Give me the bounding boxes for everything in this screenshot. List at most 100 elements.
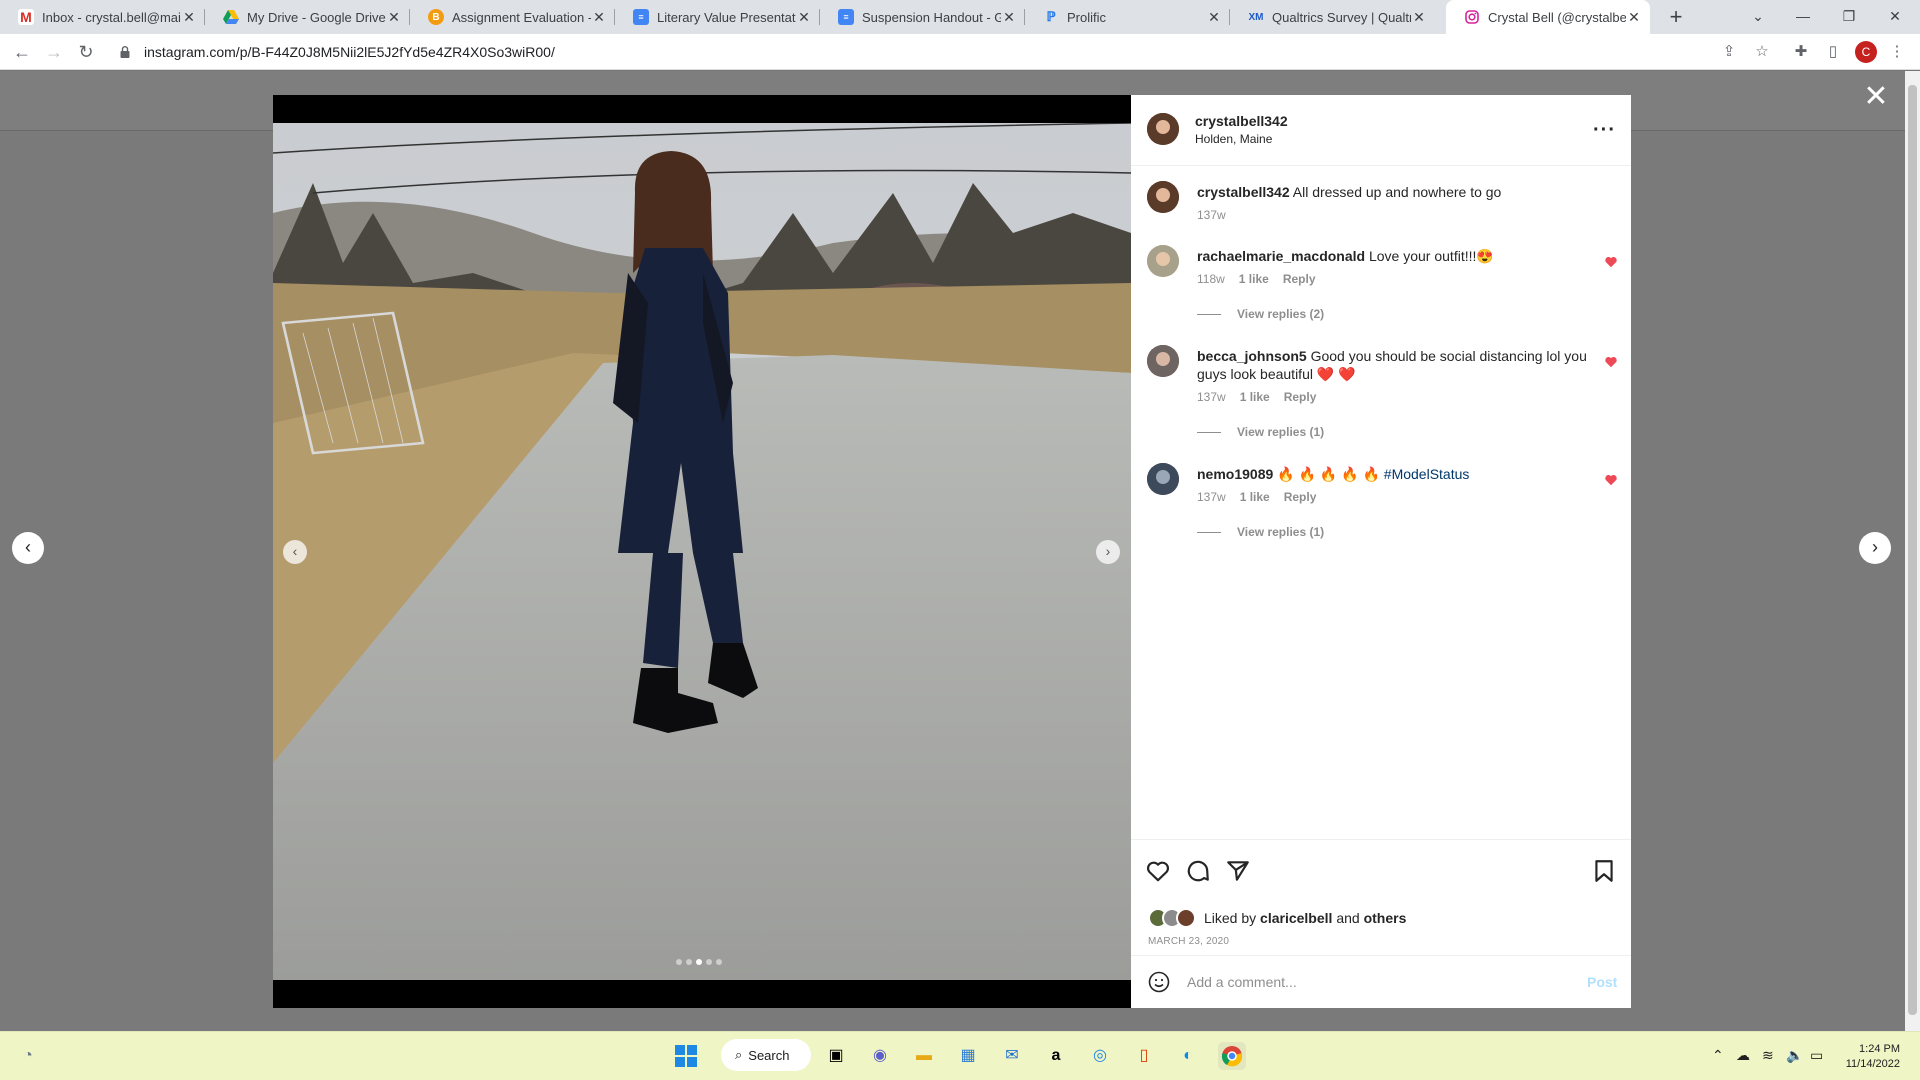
forward-arrow-icon[interactable]: → — [40, 38, 68, 66]
close-modal-icon[interactable]: ✕ — [1862, 82, 1890, 112]
comment-age[interactable]: 137w — [1197, 390, 1226, 404]
liker-avatar[interactable] — [1176, 908, 1196, 928]
commenter-avatar[interactable] — [1147, 245, 1179, 277]
app-icon[interactable]: ◎ — [1086, 1042, 1114, 1070]
back-arrow-icon[interactable]: ← — [8, 38, 36, 66]
task-view-icon[interactable]: ▣ — [822, 1042, 850, 1070]
comment-age[interactable]: 118w — [1197, 272, 1225, 286]
close-icon[interactable]: ✕ — [1001, 9, 1017, 26]
microsoft-store-icon[interactable]: ▦ — [954, 1042, 982, 1070]
comment-age[interactable]: 137w — [1197, 490, 1226, 504]
close-icon[interactable]: ✕ — [796, 9, 812, 26]
liked-heart-icon[interactable] — [1604, 255, 1618, 269]
comment-likes[interactable]: 1 like — [1240, 490, 1270, 504]
previous-post-button[interactable]: ‹ — [12, 532, 44, 564]
amazon-icon[interactable]: a — [1042, 1042, 1070, 1070]
close-icon[interactable]: ✕ — [1206, 9, 1222, 26]
tab-gmail[interactable]: M Inbox - crystal.bell@maine. ✕ — [0, 0, 205, 34]
profile-avatar[interactable]: C — [1855, 41, 1877, 63]
restore-button[interactable]: ❐ — [1826, 0, 1872, 34]
search-label: Search — [748, 1047, 790, 1063]
office-icon[interactable]: ▯ — [1130, 1042, 1158, 1070]
more-options-icon[interactable]: ··· — [1593, 119, 1616, 142]
tab-title: Suspension Handout - Goo — [862, 9, 1001, 25]
weather-widget-icon[interactable]: ◔ — [14, 1042, 42, 1070]
carousel-previous-button[interactable]: ‹ — [283, 540, 307, 564]
author-username[interactable]: crystalbell342 — [1195, 113, 1288, 129]
share-paper-plane-icon[interactable] — [1225, 858, 1251, 884]
edge-browser-icon[interactable]: ◐ — [1174, 1042, 1202, 1070]
close-icon[interactable]: ✕ — [386, 9, 402, 26]
post-comment-button[interactable]: Post — [1587, 974, 1617, 990]
comment-username[interactable]: nemo19089 — [1197, 466, 1273, 482]
window-close-button[interactable]: ✕ — [1872, 0, 1918, 34]
reload-icon[interactable]: ↻ — [72, 38, 100, 66]
next-post-button[interactable]: › — [1859, 532, 1891, 564]
tab-assignment-evaluation[interactable]: B Assignment Evaluation - M ✕ — [410, 0, 615, 34]
caption-avatar[interactable] — [1147, 181, 1179, 213]
view-replies-button[interactable]: View replies (1) — [1197, 525, 1324, 539]
close-icon[interactable]: ✕ — [591, 9, 607, 26]
close-icon[interactable]: ✕ — [1411, 9, 1427, 26]
side-panel-icon[interactable]: ▯ — [1821, 40, 1845, 64]
tab-suspension-handout[interactable]: ≡ Suspension Handout - Goo ✕ — [820, 0, 1025, 34]
onedrive-cloud-icon[interactable]: ☁ — [1736, 1047, 1750, 1064]
post-location[interactable]: Holden, Maine — [1195, 132, 1272, 146]
taskbar-search[interactable]: ⌕ Search — [721, 1039, 811, 1071]
like-heart-icon[interactable] — [1145, 858, 1171, 884]
address-bar[interactable]: instagram.com/p/B-F44Z0J8M5Nii2lE5J2fYd5… — [108, 38, 1758, 66]
reply-button[interactable]: Reply — [1283, 272, 1316, 286]
battery-icon[interactable]: ▭ — [1810, 1047, 1823, 1064]
system-clock[interactable]: 1:24 PM 11/14/2022 — [1840, 1042, 1900, 1072]
tab-prolific[interactable]: ℙ Prolific ✕ — [1025, 0, 1230, 34]
teams-chat-icon[interactable]: ◉ — [866, 1042, 894, 1070]
emoji-smile-icon[interactable] — [1147, 970, 1171, 994]
close-icon[interactable]: ✕ — [1626, 9, 1642, 26]
chrome-menu-icon[interactable]: ⋮ — [1885, 40, 1909, 64]
liked-by-user[interactable]: claricelbell — [1260, 910, 1332, 926]
comment-input[interactable]: Add a comment... — [1187, 974, 1297, 990]
comment-likes[interactable]: 1 like — [1240, 390, 1270, 404]
commenter-avatar[interactable] — [1147, 345, 1179, 377]
tab-search-chevron-icon[interactable]: ⌄ — [1735, 0, 1781, 34]
tab-literary-value[interactable]: ≡ Literary Value Presentation ✕ — [615, 0, 820, 34]
liked-by-others-link[interactable]: others — [1364, 910, 1407, 926]
comment-bubble-icon[interactable] — [1185, 858, 1211, 884]
tab-qualtrics[interactable]: XM Qualtrics Survey | Qualtrics ✕ — [1230, 0, 1435, 34]
tray-overflow-icon[interactable]: ⌃ — [1712, 1047, 1724, 1064]
comment-username[interactable]: becca_johnson5 — [1197, 348, 1307, 364]
post-date[interactable]: MARCH 23, 2020 — [1148, 936, 1229, 947]
author-avatar[interactable] — [1147, 113, 1179, 145]
tab-google-drive[interactable]: My Drive - Google Drive ✕ — [205, 0, 410, 34]
caption-age[interactable]: 137w — [1197, 208, 1226, 222]
carousel-next-button[interactable]: › — [1096, 540, 1120, 564]
minimize-button[interactable]: — — [1780, 0, 1826, 34]
page-scrollbar[interactable] — [1905, 71, 1920, 1031]
bookmark-star-icon[interactable]: ☆ — [1750, 40, 1774, 64]
close-icon[interactable]: ✕ — [181, 9, 197, 26]
liked-heart-icon[interactable] — [1604, 355, 1618, 369]
new-tab-button[interactable]: + — [1662, 4, 1690, 32]
chrome-taskbar-icon[interactable] — [1218, 1042, 1246, 1070]
tab-instagram[interactable]: Crystal Bell (@crystalbell34 ✕ — [1446, 0, 1650, 34]
view-replies-button[interactable]: View replies (2) — [1197, 307, 1324, 321]
save-bookmark-icon[interactable] — [1591, 858, 1617, 884]
wifi-icon[interactable]: ≋ — [1762, 1047, 1774, 1064]
commenter-avatar[interactable] — [1147, 463, 1179, 495]
reply-button[interactable]: Reply — [1284, 490, 1317, 504]
windows-start-icon[interactable] — [672, 1042, 700, 1070]
post-media[interactable]: ‹ › — [273, 95, 1131, 1008]
liked-heart-icon[interactable] — [1604, 473, 1618, 487]
extensions-puzzle-icon[interactable]: ✚ — [1789, 40, 1813, 64]
volume-muted-icon[interactable]: 🔈 — [1786, 1047, 1803, 1064]
reply-button[interactable]: Reply — [1284, 390, 1317, 404]
hashtag-link[interactable]: #ModelStatus — [1384, 466, 1470, 482]
caption-username[interactable]: crystalbell342 — [1197, 184, 1290, 200]
windows-taskbar: ◔ ⌕ Search ▣ ◉ ▬ ▦ ✉ a ◎ ▯ ◐ ⌃ ☁ ≋ 🔈 ▭ 1… — [0, 1031, 1920, 1080]
comment-likes[interactable]: 1 like — [1239, 272, 1269, 286]
share-icon[interactable]: ⇪ — [1717, 40, 1741, 64]
mail-icon[interactable]: ✉ — [998, 1042, 1026, 1070]
view-replies-button[interactable]: View replies (1) — [1197, 425, 1324, 439]
file-explorer-icon[interactable]: ▬ — [910, 1042, 938, 1070]
comment-username[interactable]: rachaelmarie_macdonald — [1197, 248, 1365, 264]
